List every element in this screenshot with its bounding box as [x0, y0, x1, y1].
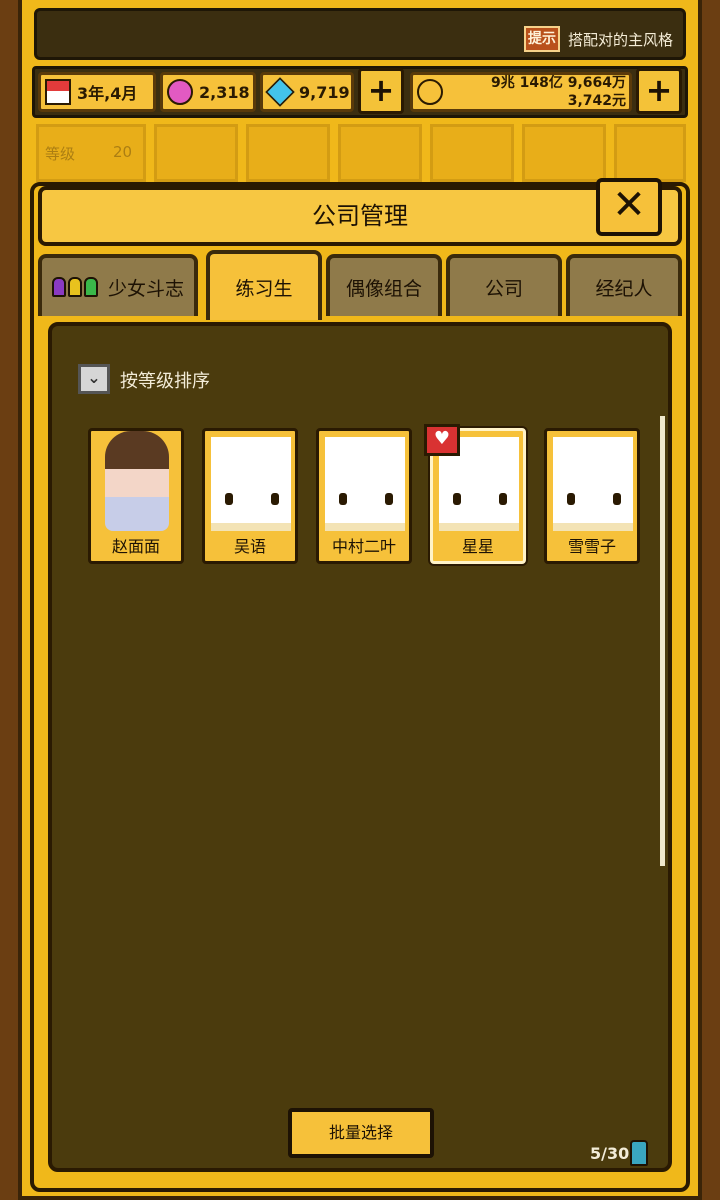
bg-level-cell: 等级 20 [36, 124, 146, 182]
trainee-name: 吴语 [233, 537, 266, 556]
avatar [105, 431, 169, 531]
trainee-count: 5/30 [590, 1144, 630, 1163]
pink-gem-counter: 2,318 [160, 72, 256, 112]
batch-select-button[interactable]: 批量选择 [288, 1108, 434, 1158]
eye-icon [339, 493, 347, 505]
add-gems-button[interactable]: + [358, 68, 404, 114]
close-button[interactable]: ✕ [596, 178, 662, 236]
trainee-name: 星星 [461, 537, 494, 556]
trainee-card[interactable]: 雪雪子 [544, 428, 640, 564]
trainee-name: 赵面面 [111, 537, 160, 556]
add-money-button[interactable]: + [636, 68, 682, 114]
eye-icon [225, 493, 233, 505]
coin-icon [417, 79, 443, 105]
background-nav: 等级 20 [36, 124, 686, 184]
bg-megaphone-icon [246, 124, 330, 182]
trainee-name: 中村二叶 [331, 537, 396, 556]
eye-icon [271, 493, 279, 505]
tab-label: 偶像组合 [345, 277, 422, 300]
blue-gem-counter: 9,719 [260, 72, 354, 112]
silhouette-avatar [211, 437, 291, 531]
money-text: 9兆 148亿 9,664万 3,742元 [450, 74, 626, 110]
sort-dropdown-icon[interactable]: ⌄ [78, 364, 110, 394]
trainee-card[interactable]: 吴语 [202, 428, 298, 564]
eye-icon [613, 493, 621, 505]
hint-text: 搭配对的主风格 [568, 31, 674, 49]
bg-building-icon [154, 124, 238, 182]
trainee-card[interactable]: 赵面面 [88, 428, 184, 564]
calendar-icon [45, 79, 71, 105]
silhouette-avatar [325, 437, 405, 531]
bg-level-label: 等级 [45, 145, 76, 163]
pink-gem-count: 2,318 [199, 82, 250, 102]
left-edge [0, 0, 20, 1200]
scrollbar[interactable] [660, 416, 665, 866]
date-display: 3年,4月 [38, 72, 156, 112]
tab-idol-groups[interactable]: 偶像组合 [326, 254, 442, 316]
tab-label: 少女斗志 [107, 277, 184, 300]
trainee-card[interactable]: 中村二叶 [316, 428, 412, 564]
bg-mail-icon [614, 124, 686, 182]
sort-label[interactable]: 按等级排序 [120, 367, 210, 393]
blue-gem-count: 9,719 [299, 82, 350, 102]
tab-girl-spirit[interactable]: 少女斗志 [38, 254, 198, 316]
tab-label: 练习生 [235, 277, 293, 300]
date-text: 3年,4月 [77, 84, 138, 103]
bg-brush-icon [522, 124, 606, 182]
tab-label: 经纪人 [595, 277, 653, 300]
eye-icon [567, 493, 575, 505]
tab-trainees[interactable]: 练习生 [206, 250, 322, 320]
tab-manager[interactable]: 经纪人 [566, 254, 682, 316]
blue-gem-icon [265, 77, 295, 107]
money-line-1: 9兆 148亿 9,664万 [491, 75, 626, 91]
trophy-icon [630, 1140, 648, 1166]
tab-label: 公司 [484, 277, 523, 300]
heart-icon: ♥ [424, 424, 460, 456]
money-line-2: 3,742元 [567, 93, 626, 109]
bg-cap-icon [430, 124, 514, 182]
hint-badge-icon[interactable]: 提示 [524, 26, 560, 52]
panel-title: 公司管理 [312, 202, 408, 230]
tab-company[interactable]: 公司 [446, 254, 562, 316]
silhouette-avatar [553, 437, 633, 531]
pink-gem-icon [167, 79, 193, 105]
bg-trophy-icon [338, 124, 422, 182]
eye-icon [385, 493, 393, 505]
right-edge [700, 0, 720, 1200]
trainee-name: 雪雪子 [567, 537, 616, 556]
eye-icon [499, 493, 507, 505]
girls-group-icon [51, 277, 100, 297]
bg-level-value: 20 [113, 143, 133, 161]
eye-icon [453, 493, 461, 505]
